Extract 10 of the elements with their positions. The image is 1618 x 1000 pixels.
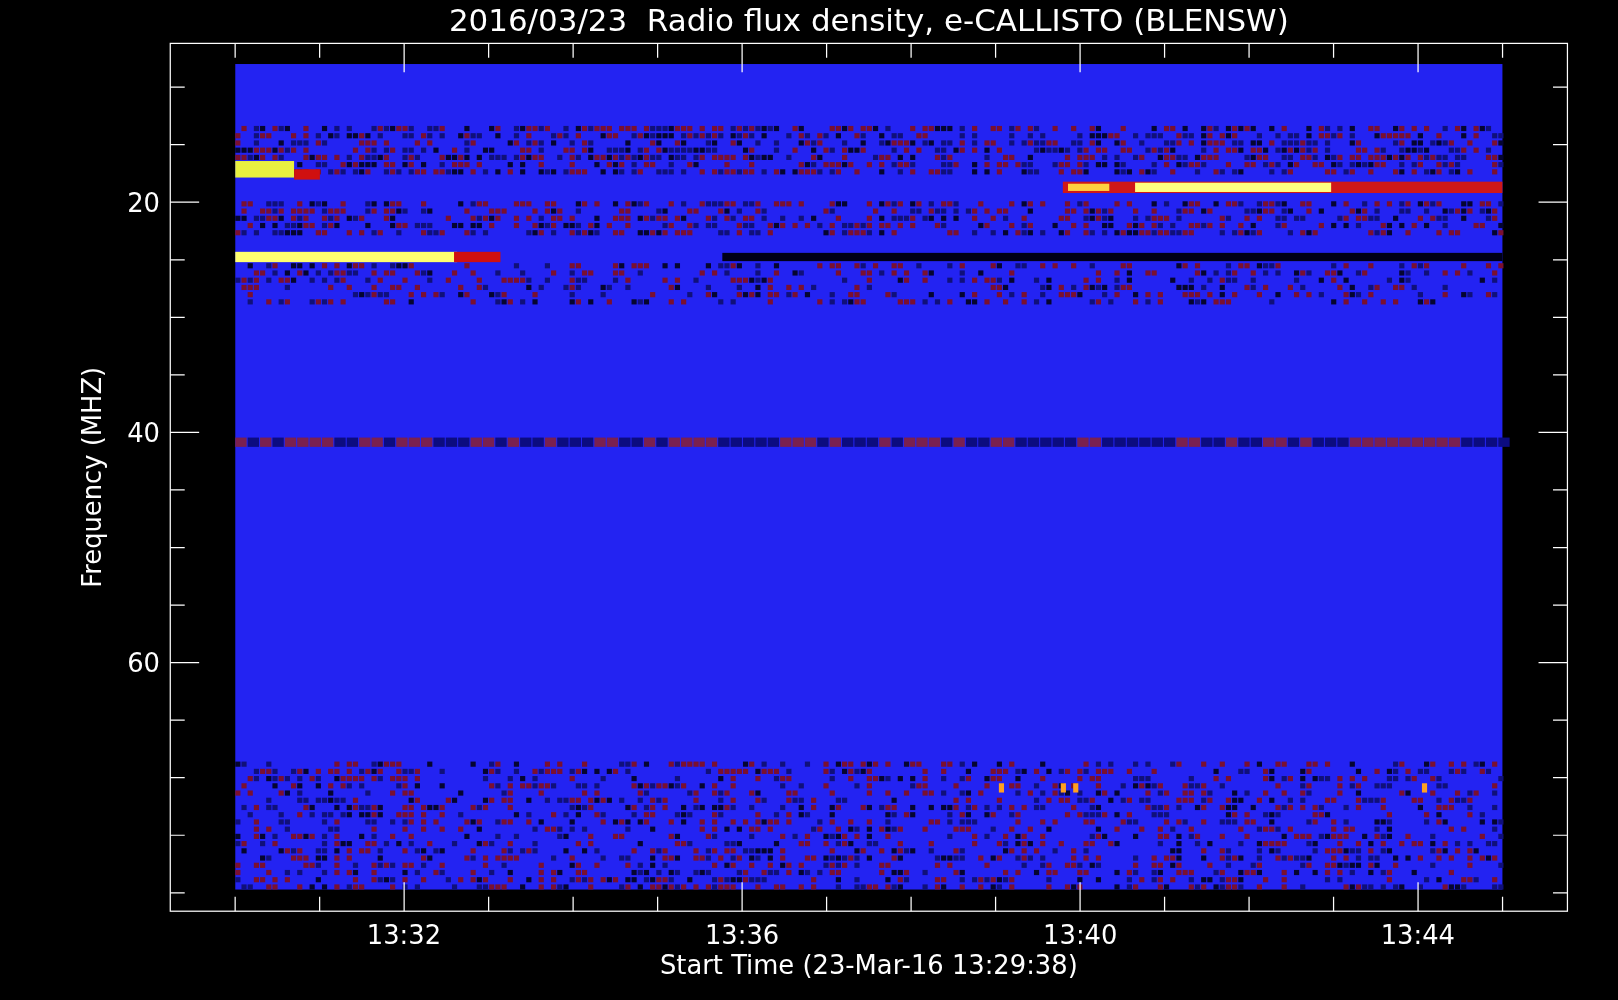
tick-label: 40 [127, 417, 160, 448]
tick-label: 13:32 [366, 920, 442, 951]
x-axis-label: Start Time (23-Mar-16 13:29:38) [659, 950, 1078, 981]
tick-label: 13:40 [1043, 920, 1118, 951]
tick-label: 60 [127, 647, 160, 678]
y-axis-label: Frequency (MHZ) [77, 366, 108, 588]
plot-title: 2016/03/23 Radio flux density, e-CALLISTO (BLENSW) [448, 2, 1289, 38]
tick-label: 20 [127, 187, 160, 218]
tick-label: 13:44 [1380, 920, 1456, 951]
tick-label: 13:36 [704, 920, 780, 951]
